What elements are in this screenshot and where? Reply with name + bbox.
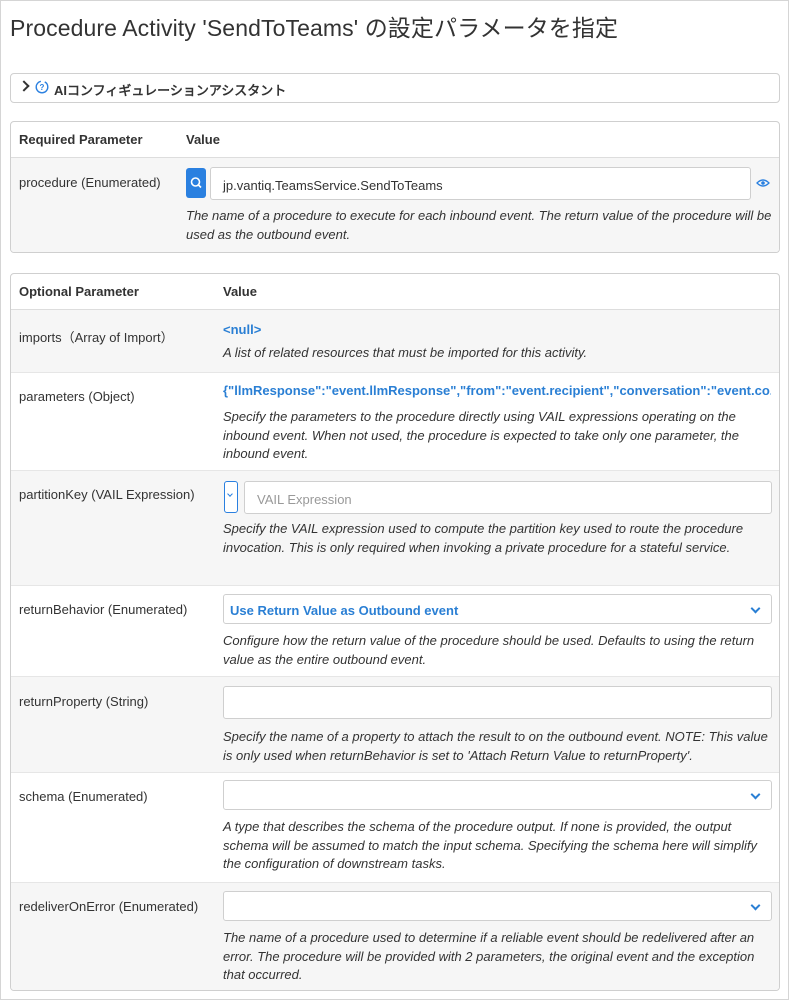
procedure-input[interactable]: jp.vantiq.TeamsService.SendToTeams — [210, 167, 751, 200]
required-parameters-panel: Required Parameter Value procedure (Enum… — [10, 121, 780, 253]
procedure-search-button[interactable] — [186, 168, 206, 198]
partitionkey-row: partitionKey (VAIL Expression) VAIL Expr… — [11, 471, 779, 586]
parameters-description: Specify the parameters to the procedure … — [223, 409, 740, 461]
chevron-right-icon — [18, 80, 30, 92]
optional-table-header: Optional Parameter Value — [11, 274, 779, 310]
returnproperty-row: returnProperty (String) Specify the name… — [11, 677, 779, 773]
imports-param-name: imports（Array of Import） — [19, 330, 174, 345]
partitionkey-description: Specify the VAIL expression used to comp… — [223, 521, 744, 555]
redeliveronerror-select[interactable] — [223, 891, 772, 921]
eye-icon[interactable] — [756, 178, 770, 188]
redeliveronerror-row: redeliverOnError (Enumerated) The name o… — [11, 883, 779, 990]
parameters-param-name: parameters (Object) — [19, 389, 135, 404]
schema-row: schema (Enumerated) A type that describe… — [11, 773, 779, 883]
returnbehavior-selected-value: Use Return Value as Outbound event — [230, 603, 459, 618]
optional-param-header: Optional Parameter — [19, 284, 139, 299]
returnbehavior-description: Configure how the return value of the pr… — [223, 633, 755, 667]
partitionkey-input[interactable]: VAIL Expression — [244, 481, 772, 514]
imports-description: A list of related resources that must be… — [223, 345, 588, 360]
procedure-value: jp.vantiq.TeamsService.SendToTeams — [223, 178, 443, 193]
redeliveronerror-description: The name of a procedure used to determin… — [223, 930, 755, 982]
redeliveronerror-param-name: redeliverOnError (Enumerated) — [19, 899, 199, 914]
returnproperty-input[interactable] — [223, 686, 772, 719]
required-param-header: Required Parameter — [19, 132, 143, 147]
returnproperty-description: Specify the name of a property to attach… — [223, 729, 768, 763]
required-table-header: Required Parameter Value — [11, 122, 779, 158]
partitionkey-placeholder: VAIL Expression — [257, 492, 352, 507]
parameters-row: parameters (Object) {"llmResponse":"even… — [11, 373, 779, 471]
imports-row: imports（Array of Import） <null> A list o… — [11, 310, 779, 373]
chevron-down-icon — [750, 603, 761, 614]
schema-description: A type that describes the schema of the … — [223, 819, 757, 871]
procedure-description: The name of a procedure to execute for e… — [186, 208, 772, 242]
expression-dropdown-button[interactable] — [224, 481, 238, 513]
ai-assistant-icon: ? — [35, 80, 49, 94]
returnbehavior-row: returnBehavior (Enumerated) Use Return V… — [11, 586, 779, 677]
schema-select[interactable] — [223, 780, 772, 810]
svg-text:?: ? — [40, 83, 45, 92]
ai-assistant-toggle[interactable]: ? AIコンフィギュレーションアシスタント — [10, 73, 780, 103]
returnproperty-param-name: returnProperty (String) — [19, 694, 149, 709]
returnbehavior-param-name: returnBehavior (Enumerated) — [19, 602, 188, 617]
chevron-down-icon — [750, 900, 761, 911]
dialog-frame: Procedure Activity 'SendToTeams' の設定パラメー… — [0, 0, 789, 1000]
optional-parameters-panel: Optional Parameter Value imports（Array o… — [10, 273, 780, 991]
returnbehavior-select[interactable]: Use Return Value as Outbound event — [223, 594, 772, 624]
required-value-header: Value — [186, 132, 220, 147]
schema-param-name: schema (Enumerated) — [19, 789, 148, 804]
optional-value-header: Value — [223, 284, 257, 299]
chevron-down-icon — [750, 789, 761, 800]
imports-value-link[interactable]: <null> — [223, 322, 261, 337]
procedure-param-name: procedure (Enumerated) — [19, 175, 161, 190]
partitionkey-param-name: partitionKey (VAIL Expression) — [19, 487, 195, 502]
parameters-value-link[interactable]: {"llmResponse":"event.llmResponse","from… — [223, 383, 771, 398]
page-title: Procedure Activity 'SendToTeams' の設定パラメー… — [10, 15, 619, 41]
chevron-down-icon — [227, 491, 233, 497]
procedure-row: procedure (Enumerated) jp.vantiq.TeamsSe… — [11, 158, 779, 252]
search-icon — [190, 177, 202, 189]
ai-assistant-label: AIコンフィギュレーションアシスタント — [54, 83, 287, 98]
